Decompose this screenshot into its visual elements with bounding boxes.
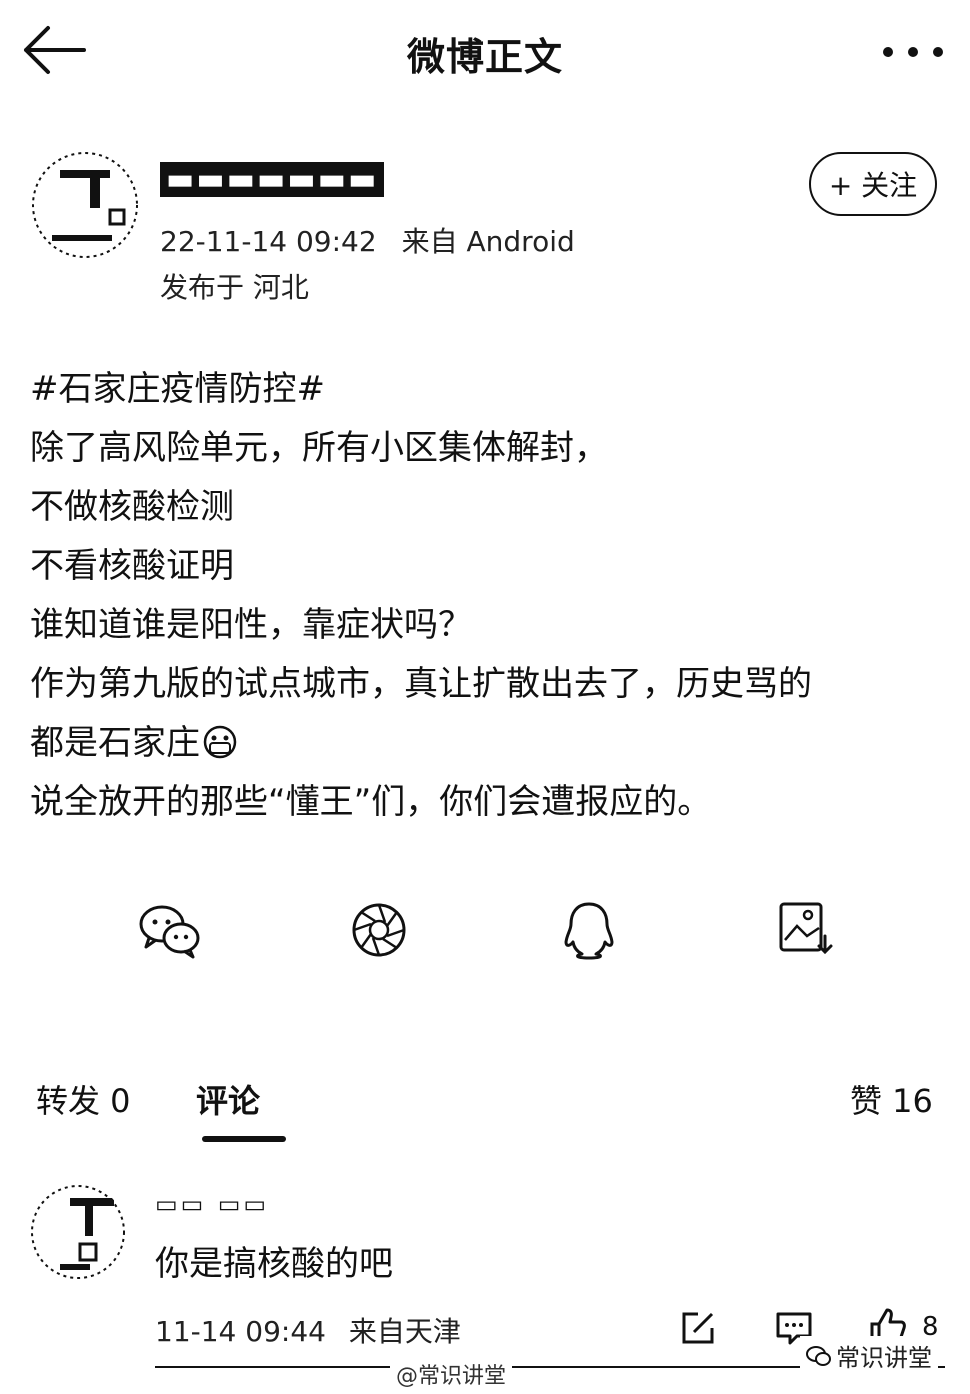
commenter-name[interactable]: ▭▭ ▭▭ [155,1190,269,1224]
watermark-right: 常识讲堂 [800,1336,938,1375]
post-line: 作为第九版的试点城市，真让扩散出去了，历史骂的 [30,664,812,704]
tab-comments[interactable]: 评论 [196,1076,260,1122]
follow-button[interactable]: + 关注 [809,152,937,216]
follow-label: + 关注 [828,169,918,202]
watermark-right-text: 常识讲堂 [836,1344,932,1372]
post-line-text: 都是石家庄 [30,723,200,763]
wechat-icon [806,1345,831,1366]
comment-text: 你是搞核酸的吧 [155,1244,393,1284]
mask-face-emoji-icon [203,725,237,759]
post-line: 说全放开的那些“懂王”们，你们会遭报应的。 [30,782,712,822]
save-image-icon[interactable] [775,900,841,960]
post-body: #石家庄疫情防控# 除了高风险单元，所有小区集体解封， 不做核酸检测 不看核酸证… [30,360,950,832]
author-name[interactable]: ▬▬▬▬▬▬▬ [160,162,416,198]
comment-time: 11-14 09:44 [155,1315,326,1348]
post-line: 不看核酸证明 [30,546,234,586]
comment-location: 来自天津 [348,1315,461,1348]
wechat-icon[interactable] [137,900,203,960]
active-tab-indicator [202,1136,286,1142]
post-meta: 22-11-14 09:42 来自 Android [160,220,591,260]
post-line-with-emoji: 都是石家庄 [30,714,950,773]
tab-likes[interactable]: 赞 16 [850,1076,933,1122]
post-source: 来自 Android [401,225,575,258]
author-avatar[interactable] [30,150,140,260]
more-dots-icon[interactable] [878,42,948,62]
commenter-avatar[interactable] [30,1184,126,1280]
tab-reposts[interactable]: 转发 0 [36,1076,131,1122]
post-line: 不做核酸检测 [30,487,234,527]
watermark-left: @常识讲堂 [390,1358,513,1390]
page-title: 微博正文 [406,35,563,79]
post-line: 谁知道谁是阳性，靠症状吗？ [30,605,472,645]
post-location: 发布于 河北 [160,271,309,304]
post-line-hashtag[interactable]: #石家庄疫情防控# [30,360,950,419]
reply-icon[interactable] [680,1310,716,1346]
post-line: 除了高风险单元，所有小区集体解封， [30,428,608,468]
comment-meta: 11-14 09:44 来自天津 [155,1310,475,1350]
post-date: 22-11-14 09:42 [160,225,377,258]
moments-icon[interactable] [349,900,415,960]
qq-icon[interactable] [556,900,622,960]
